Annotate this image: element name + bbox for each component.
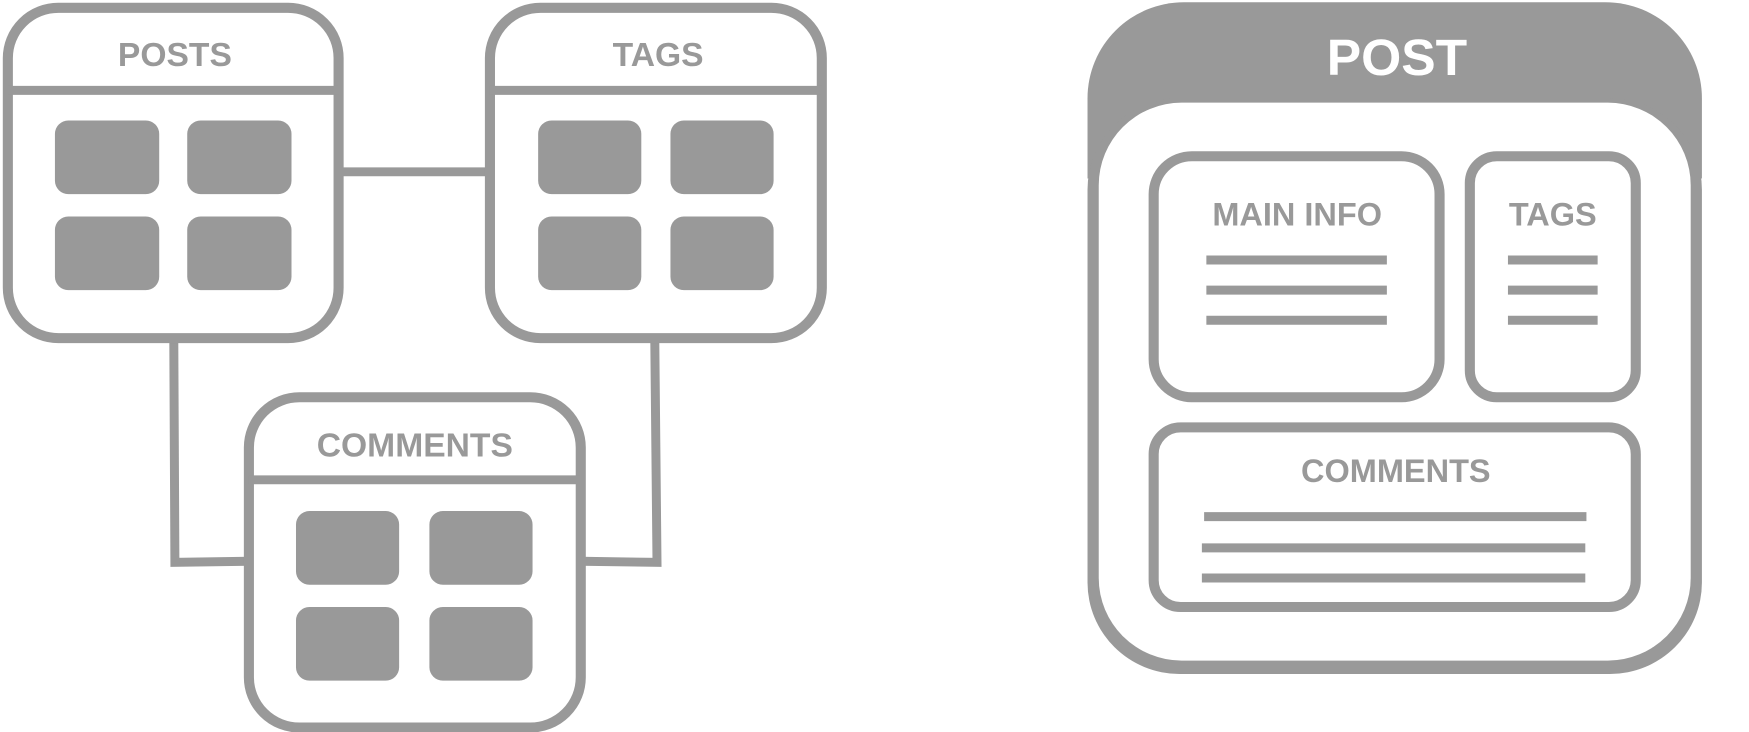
table-cell xyxy=(187,216,292,291)
table-cell xyxy=(538,120,642,195)
table-posts[interactable]: POSTS xyxy=(2,2,344,344)
section-comments[interactable]: COMMENTS xyxy=(1148,422,1641,613)
diagram-canvas: POSTS TAGS COMMENTS POST MAIN INFO TAGS … xyxy=(2,2,1702,732)
table-cell xyxy=(670,120,774,195)
table-cell xyxy=(538,216,642,291)
table-cell xyxy=(429,511,533,585)
table-title: TAGS xyxy=(613,37,704,74)
table-cell xyxy=(54,120,160,195)
section-title: TAGS xyxy=(1509,196,1597,232)
connector-tags-comments xyxy=(580,336,662,567)
table-title: POSTS xyxy=(118,37,232,74)
table-cell xyxy=(295,607,400,681)
table-comments[interactable]: COMMENTS xyxy=(243,392,586,732)
table-cell xyxy=(295,511,400,585)
section-main-info[interactable]: MAIN INFO xyxy=(1148,151,1445,403)
table-cell xyxy=(54,216,160,291)
section-frame xyxy=(1148,151,1445,403)
post-title: POST xyxy=(1327,28,1467,86)
section-title: COMMENTS xyxy=(1301,453,1491,489)
table-cell xyxy=(670,216,774,291)
table-cell xyxy=(187,120,292,195)
section-frame xyxy=(1464,151,1641,403)
section-tags[interactable]: TAGS xyxy=(1464,151,1641,403)
table-cell xyxy=(429,607,533,681)
section-title: MAIN INFO xyxy=(1212,196,1382,232)
table-title: COMMENTS xyxy=(317,427,513,464)
table-tags[interactable]: TAGS xyxy=(484,2,827,344)
post-document[interactable]: POST MAIN INFO TAGS COMMENTS xyxy=(1087,2,1702,674)
connector-posts-comments xyxy=(169,336,249,567)
